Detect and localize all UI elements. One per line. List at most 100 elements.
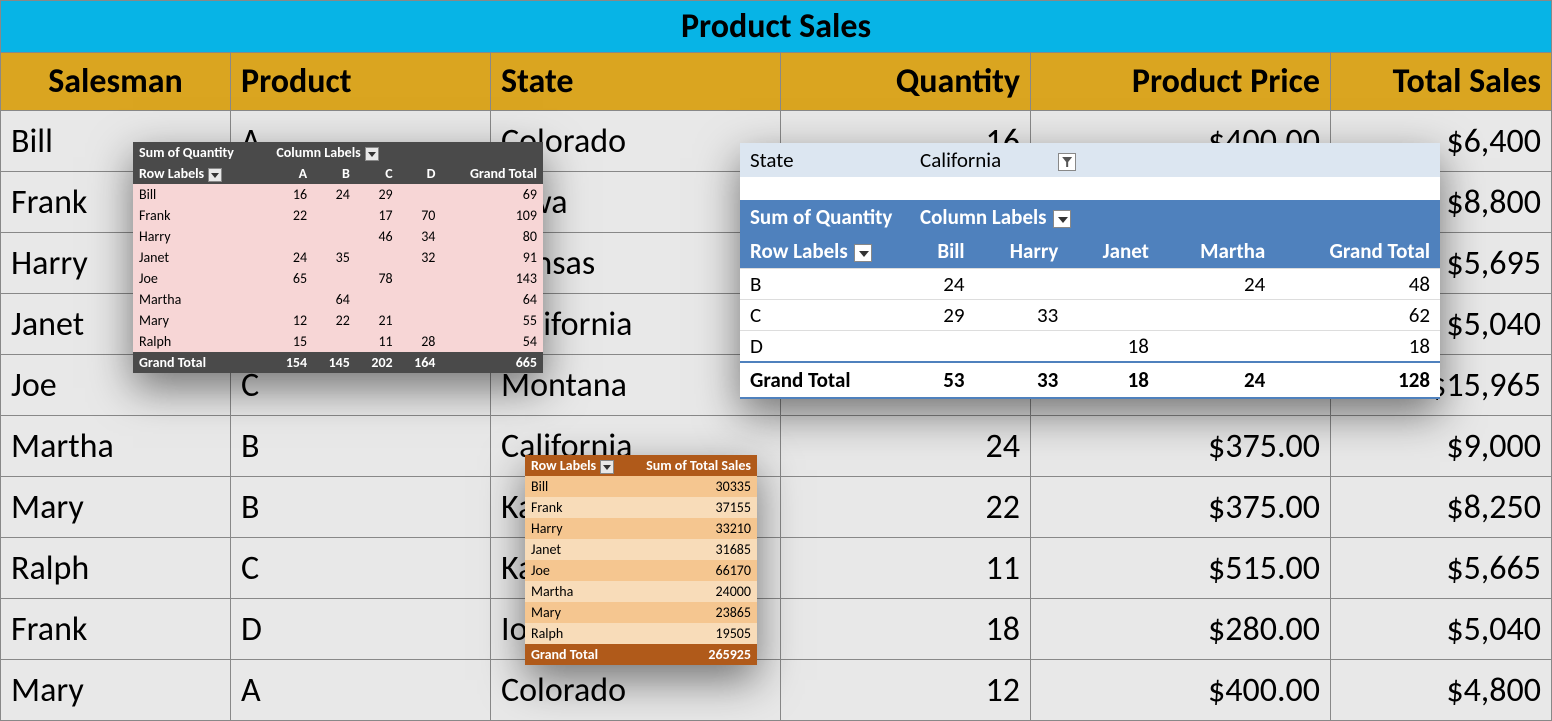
dropdown-icon[interactable] — [365, 147, 379, 161]
pivot2-filter-value: California — [920, 147, 1001, 173]
pivot-cell: 65 — [270, 268, 313, 289]
pivot-row[interactable]: Janet31685 — [525, 539, 757, 560]
cell-salesman[interactable]: Mary — [1, 477, 231, 538]
dropdown-icon[interactable] — [208, 168, 222, 182]
pivot2-grand-col[interactable]: Grand Total — [1275, 234, 1440, 269]
pivot-row[interactable]: Janet24353291 — [133, 247, 543, 268]
cell-salesman[interactable]: Martha — [1, 416, 231, 477]
pivot-row-name: Harry — [525, 518, 629, 539]
cell-price[interactable]: $280.00 — [1031, 599, 1331, 660]
pivot-row-name: C — [740, 300, 910, 331]
cell-product[interactable]: B — [231, 477, 491, 538]
pivot1-tot-b: 145 — [313, 352, 356, 373]
pivot-cell: 28 — [399, 331, 442, 352]
pivot-row-name: Frank — [525, 497, 629, 518]
pivot2-filter-field[interactable]: State — [740, 143, 910, 178]
pivot1-grand-col[interactable]: Grand Total — [441, 163, 543, 184]
cell-quantity[interactable]: 12 — [781, 660, 1031, 721]
pivot-row[interactable]: Frank221770109 — [133, 205, 543, 226]
pivot1-col-c[interactable]: C — [356, 163, 399, 184]
pivot-row[interactable]: Ralph15112854 — [133, 331, 543, 352]
dropdown-icon[interactable] — [600, 460, 614, 474]
cell-total[interactable]: $9,000 — [1331, 416, 1552, 477]
cell-total[interactable]: $5,665 — [1331, 538, 1552, 599]
cell-price[interactable]: $375.00 — [1031, 416, 1331, 477]
pivot-row[interactable]: Harry33210 — [525, 518, 757, 539]
pivot-row[interactable]: Martha6464 — [133, 289, 543, 310]
col-state[interactable]: State — [491, 53, 781, 111]
pivot-row[interactable]: Ralph19505 — [525, 623, 757, 644]
cell-quantity[interactable]: 24 — [781, 416, 1031, 477]
pivot-row[interactable]: Frank37155 — [525, 497, 757, 518]
pivot1-row-label: Row Labels — [139, 165, 204, 182]
pivot-cell — [399, 184, 442, 205]
pivot-row-total: 109 — [441, 205, 543, 226]
table-row[interactable]: MaryAColorado12$400.00$4,800 — [1, 660, 1552, 721]
pivot1-col-label: Column Labels — [276, 144, 360, 161]
pivot-quantity-california[interactable]: State California Sum of Quantity Column … — [740, 143, 1440, 399]
pivot-cell: 34 — [399, 226, 442, 247]
cell-quantity[interactable]: 22 — [781, 477, 1031, 538]
cell-product[interactable]: C — [231, 538, 491, 599]
pivot1-sum-label: Sum of Quantity — [133, 142, 270, 163]
cell-salesman[interactable]: Mary — [1, 660, 231, 721]
pivot1-col-d[interactable]: D — [399, 163, 442, 184]
table-row[interactable]: MarthaBCalifornia24$375.00$9,000 — [1, 416, 1552, 477]
pivot3-grand-total: 265925 — [629, 644, 757, 665]
pivot-total-sales[interactable]: Row Labels Sum of Total Sales Bill30335F… — [525, 455, 757, 665]
pivot-row[interactable]: B242448 — [740, 269, 1440, 300]
cell-state[interactable]: Colorado — [491, 660, 781, 721]
pivot1-col-b[interactable]: B — [313, 163, 356, 184]
cell-total[interactable]: $4,800 — [1331, 660, 1552, 721]
pivot-cell — [399, 310, 442, 331]
pivot-cell: 21 — [356, 310, 399, 331]
pivot-row[interactable]: Bill30335 — [525, 476, 757, 497]
pivot-row-total: 91 — [441, 247, 543, 268]
col-product[interactable]: Product — [231, 53, 491, 111]
pivot-row[interactable]: D1818 — [740, 331, 1440, 363]
cell-product[interactable]: B — [231, 416, 491, 477]
dropdown-icon[interactable] — [854, 244, 872, 262]
pivot-row[interactable]: Bill16242969 — [133, 184, 543, 205]
col-total[interactable]: Total Sales — [1331, 53, 1552, 111]
pivot1-tot-c: 202 — [356, 352, 399, 373]
table-row[interactable]: FrankDIowa18$280.00$5,040 — [1, 599, 1552, 660]
cell-quantity[interactable]: 18 — [781, 599, 1031, 660]
pivot-row-total: 33210 — [629, 518, 757, 539]
pivot-row[interactable]: Joe6578143 — [133, 268, 543, 289]
cell-price[interactable]: $375.00 — [1031, 477, 1331, 538]
cell-price[interactable]: $515.00 — [1031, 538, 1331, 599]
pivot-cell — [356, 247, 399, 268]
pivot2-col-martha[interactable]: Martha — [1159, 234, 1275, 269]
col-price[interactable]: Product Price — [1031, 53, 1331, 111]
pivot-row-name: Janet — [525, 539, 629, 560]
pivot1-col-a[interactable]: A — [270, 163, 313, 184]
pivot-row[interactable]: C293362 — [740, 300, 1440, 331]
cell-product[interactable]: A — [231, 660, 491, 721]
pivot-quantity-by-product[interactable]: Sum of Quantity Column Labels Row Labels… — [133, 142, 543, 373]
pivot-row[interactable]: Mary12222155 — [133, 310, 543, 331]
dropdown-icon[interactable] — [1053, 210, 1071, 228]
col-quantity[interactable]: Quantity — [781, 53, 1031, 111]
pivot-row[interactable]: Joe66170 — [525, 560, 757, 581]
table-row[interactable]: RalphCKansas11$515.00$5,665 — [1, 538, 1552, 599]
filter-icon[interactable] — [1058, 153, 1076, 171]
cell-total[interactable]: $5,040 — [1331, 599, 1552, 660]
pivot2-tot-1: 33 — [975, 362, 1069, 398]
pivot-row[interactable]: Harry463480 — [133, 226, 543, 247]
pivot-row[interactable]: Mary23865 — [525, 602, 757, 623]
cell-price[interactable]: $400.00 — [1031, 660, 1331, 721]
cell-salesman[interactable]: Ralph — [1, 538, 231, 599]
cell-quantity[interactable]: 11 — [781, 538, 1031, 599]
cell-total[interactable]: $8,250 — [1331, 477, 1552, 538]
pivot2-col-janet[interactable]: Janet — [1068, 234, 1159, 269]
pivot2-col-harry[interactable]: Harry — [975, 234, 1069, 269]
pivot-row-total: 37155 — [629, 497, 757, 518]
pivot-row[interactable]: Martha24000 — [525, 581, 757, 602]
cell-salesman[interactable]: Frank — [1, 599, 231, 660]
pivot-cell: 15 — [270, 331, 313, 352]
col-salesman[interactable]: Salesman — [1, 53, 231, 111]
pivot2-col-bill[interactable]: Bill — [910, 234, 975, 269]
table-row[interactable]: MaryBKansas22$375.00$8,250 — [1, 477, 1552, 538]
cell-product[interactable]: D — [231, 599, 491, 660]
